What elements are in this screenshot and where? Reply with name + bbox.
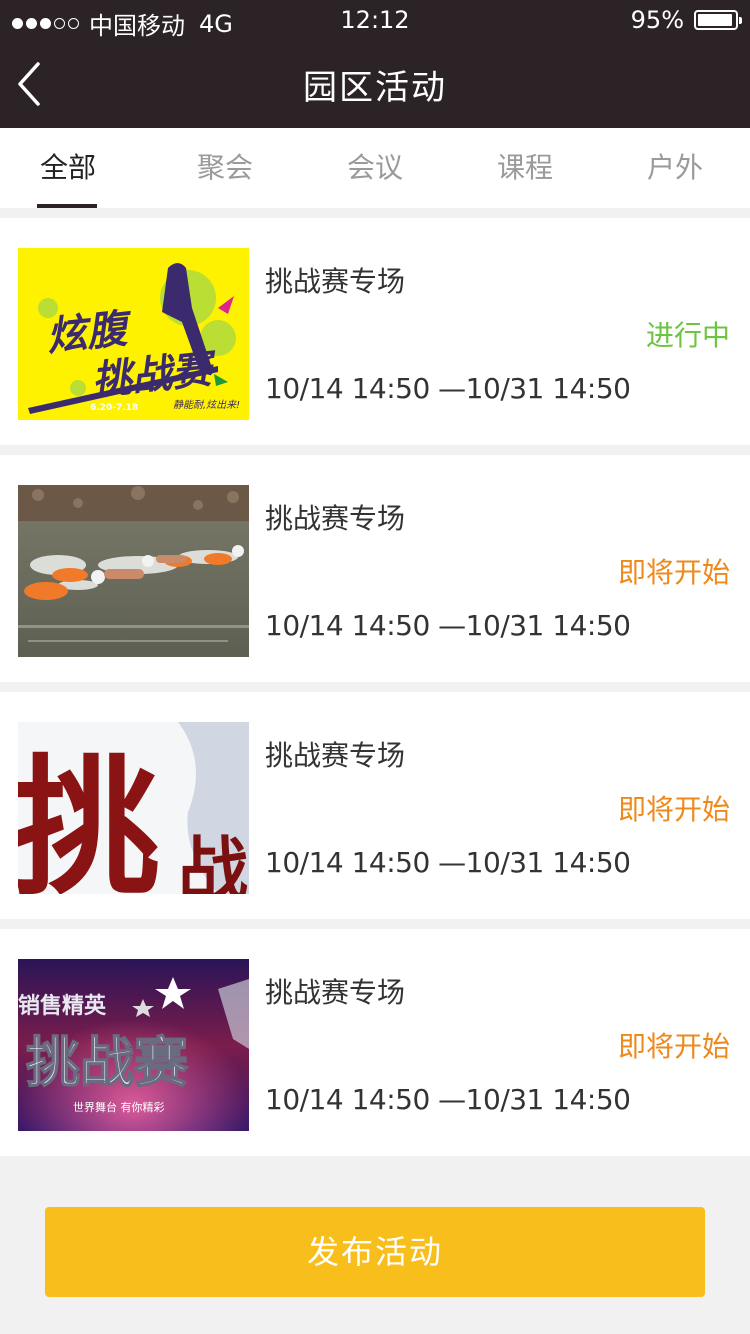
tab-label: 全部	[40, 151, 97, 184]
activity-status: 即将开始	[617, 1030, 730, 1063]
battery-percent: 95%	[630, 6, 684, 34]
activity-thumbnail: 销售精英 挑战赛 世界舞台 有你精彩	[18, 959, 249, 1131]
tab-course[interactable]: 课程	[450, 128, 600, 208]
svg-text:6.20-7.18: 6.20-7.18	[90, 403, 138, 413]
activity-time-range: 10/14 14:50 —10/31 14:50	[265, 609, 631, 642]
page-title: 园区活动	[303, 68, 447, 108]
activity-card[interactable]: 销售精英 挑战赛 世界舞台 有你精彩 挑战赛专场 即将开始 10/14 14:5…	[0, 929, 750, 1156]
activity-thumbnail: 炫腹 挑战赛 6.20-7.18 静能耐,炫出来!	[18, 248, 249, 420]
tab-label: 户外	[646, 151, 703, 184]
tab-label: 课程	[496, 151, 553, 184]
svg-text:静能耐,炫出来!: 静能耐,炫出来!	[173, 399, 240, 411]
activity-title: 挑战赛专场	[265, 739, 406, 772]
tab-meeting[interactable]: 会议	[300, 128, 450, 208]
tab-gathering[interactable]: 聚会	[150, 128, 300, 208]
activity-status: 即将开始	[617, 793, 730, 826]
activity-status: 进行中	[645, 319, 730, 352]
tab-active-indicator	[37, 204, 97, 208]
svg-text:世界舞台 有你精彩: 世界舞台 有你精彩	[73, 1100, 165, 1114]
status-bar: 中国移动 4G 12:12 95%	[0, 0, 750, 40]
svg-text:炫腹: 炫腹	[45, 305, 136, 360]
tab-label: 聚会	[196, 151, 253, 184]
activity-card[interactable]: 挑 战 挑战赛专场 即将开始 10/14 14:50 —10/31 14:50	[0, 692, 750, 919]
activity-time-range: 10/14 14:50 —10/31 14:50	[265, 1083, 631, 1116]
activity-card[interactable]: 炫腹 挑战赛 6.20-7.18 静能耐,炫出来! 挑战赛专场 进行中 10/1…	[0, 218, 750, 445]
tab-label: 会议	[346, 151, 403, 184]
battery-icon	[694, 10, 742, 30]
nav-bar: 园区活动	[0, 40, 750, 128]
activity-title: 挑战赛专场	[265, 265, 406, 298]
svg-text:挑战赛: 挑战赛	[26, 1031, 189, 1094]
activity-card[interactable]: 挑战赛专场 即将开始 10/14 14:50 —10/31 14:50	[0, 455, 750, 682]
activity-title: 挑战赛专场	[265, 502, 406, 535]
activity-status: 即将开始	[617, 556, 730, 589]
activity-title: 挑战赛专场	[265, 976, 406, 1009]
tab-all[interactable]: 全部	[0, 128, 150, 208]
tab-outdoor[interactable]: 户外	[600, 128, 750, 208]
category-tabs: 全部 聚会 会议 课程 户外	[0, 128, 750, 208]
svg-text:战: 战	[178, 829, 248, 894]
svg-text:挑: 挑	[18, 740, 160, 894]
app-header: 中国移动 4G 12:12 95% 园区活动	[0, 0, 750, 128]
svg-text:销售精英: 销售精英	[18, 993, 107, 1019]
activity-thumbnail: 挑 战	[18, 722, 249, 894]
publish-activity-button[interactable]: 发布活动	[45, 1207, 705, 1297]
activity-thumbnail	[18, 485, 249, 657]
activity-time-range: 10/14 14:50 —10/31 14:50	[265, 372, 631, 405]
activity-time-range: 10/14 14:50 —10/31 14:50	[265, 846, 631, 879]
